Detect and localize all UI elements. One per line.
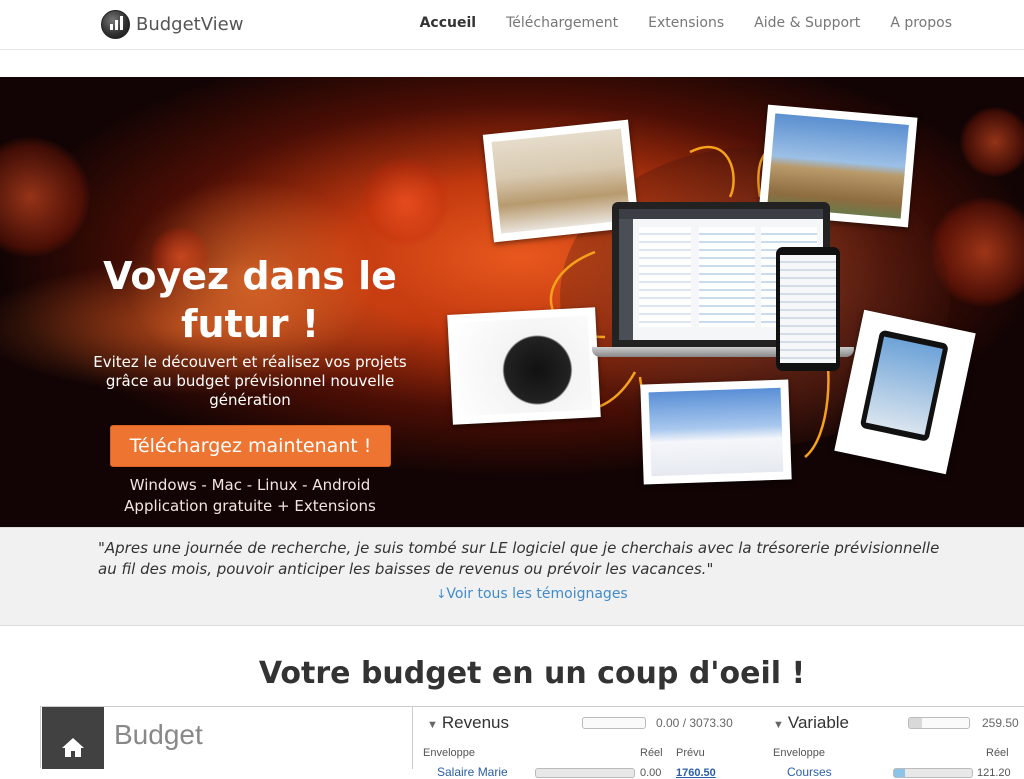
hero-subtitle: Evitez le découvert et réalisez vos proj… (93, 353, 407, 409)
revenus-amounts: 0.00 / 3073.30 (656, 716, 733, 730)
revenus-panel: ▼ Revenus 0.00 / 3073.30 Enveloppe Réel P… (423, 713, 757, 779)
revenus-col-actual: Réel (640, 747, 663, 759)
pricing-note: Application gratuite + Extensions (124, 497, 376, 515)
nav-item-a-propos[interactable]: A propos (890, 15, 952, 31)
download-now-button[interactable]: Téléchargez maintenant ! (110, 425, 391, 467)
revenus-actual: 0.00 (656, 716, 680, 730)
budget-label: Budget (114, 719, 203, 750)
brand-logo[interactable]: BudgetView (101, 10, 243, 39)
all-testimonials-label: Voir tous les témoignages (446, 586, 628, 602)
bokeh-light (360, 157, 450, 247)
variable-row-actual: 121.20 (977, 767, 1011, 779)
hero-title: Voyez dans le futur ! (103, 254, 397, 346)
revenus-title: Revenus (441, 713, 509, 732)
home-icon (62, 738, 84, 757)
variable-row-bar (893, 768, 973, 778)
revenus-row-label[interactable]: Salaire Marie (437, 765, 508, 779)
budget-preview: Budget ▼ Revenus 0.00 / 3073.30 Enveloppe… (40, 706, 1024, 779)
revenus-planned: 3073.30 (689, 716, 733, 730)
nav-item-telechargement[interactable]: Téléchargement (506, 15, 618, 31)
platforms-list: Windows - Mac - Linux - Android (129, 476, 371, 494)
variable-actual: 259.50 (982, 716, 1019, 730)
photo-family-ski (640, 379, 792, 485)
revenus-row-bar (535, 768, 635, 778)
revenus-col-envelope: Enveloppe (423, 747, 475, 759)
home-tile[interactable] (42, 707, 104, 769)
panel-divider (412, 707, 413, 769)
variable-col-actual: Réel (986, 747, 1009, 759)
hero-banner: Voyez dans le futur ! Evitez le découver… (0, 77, 1024, 527)
revenus-row-actual: 0.00 (640, 767, 662, 779)
budget-chart-logo-icon (101, 10, 130, 39)
hero-platforms: Windows - Mac - Linux - Android Applicat… (60, 475, 440, 517)
testimonial-band: "Apres une journée de recherche, je suis… (0, 527, 1024, 626)
all-testimonials-link[interactable]: ↓Voir tous les témoignages (0, 586, 1024, 602)
nav-item-extensions[interactable]: Extensions (648, 15, 724, 31)
arrow-down-icon: ↓ (436, 587, 447, 601)
collapse-triangle-icon: ▼ (427, 719, 438, 731)
variable-progress-bar (908, 717, 970, 729)
nav-item-accueil[interactable]: Accueil (420, 15, 477, 31)
collapse-triangle-icon: ▼ (773, 719, 784, 731)
revenus-row-planned[interactable]: 1760.50 (676, 767, 716, 779)
photo-camera (447, 307, 601, 425)
overview-title: Votre budget en un coup d'oeil ! (258, 656, 806, 691)
variable-row-label[interactable]: Courses (787, 765, 832, 779)
variable-panel: ▼ Variable 259.50 Enveloppe Réel Courses … (773, 713, 1024, 779)
revenus-progress-bar (582, 717, 646, 729)
variable-title: Variable (787, 713, 850, 732)
bokeh-light (960, 107, 1024, 177)
main-nav: Accueil Téléchargement Extensions Aide &… (390, 15, 952, 31)
phone-screenshot (776, 247, 840, 371)
bokeh-light (0, 137, 90, 257)
brand-name: BudgetView (136, 14, 244, 35)
nav-item-aide-support[interactable]: Aide & Support (754, 15, 860, 31)
revenus-col-planned: Prévu (676, 747, 705, 759)
navbar: BudgetView Accueil Téléchargement Extens… (0, 0, 1024, 50)
testimonial-quote: "Apres une journée de recherche, je suis… (98, 539, 940, 578)
variable-col-envelope: Enveloppe (773, 747, 825, 759)
